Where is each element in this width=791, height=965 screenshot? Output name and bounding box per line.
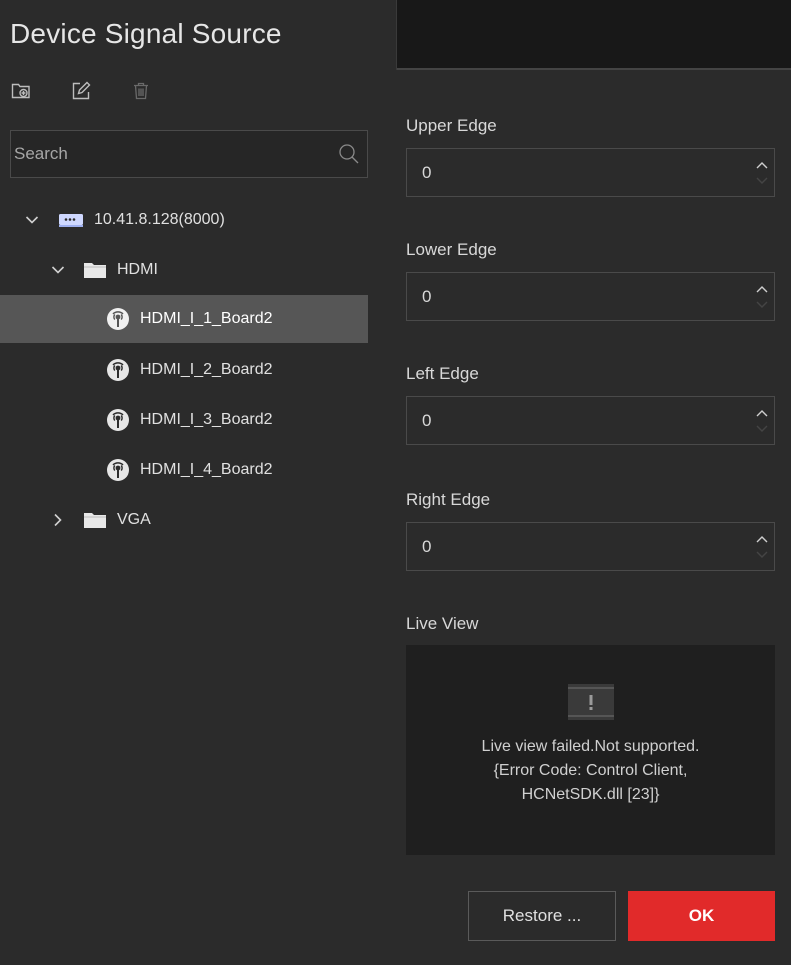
tree-node-device[interactable]: 10.41.8.128(8000) bbox=[0, 196, 368, 244]
tree-node-label: VGA bbox=[117, 511, 151, 528]
spin-up-icon bbox=[756, 285, 768, 292]
right-edge-field[interactable]: 0 bbox=[406, 522, 775, 571]
search-icon[interactable] bbox=[331, 131, 367, 177]
tree-node-signal-source[interactable]: HDMI_I_2_Board2 bbox=[0, 346, 368, 394]
tree-node-signal-source[interactable]: HDMI_I_4_Board2 bbox=[0, 446, 368, 494]
chevron-right-icon[interactable] bbox=[50, 512, 66, 528]
spin-down-icon bbox=[756, 551, 768, 558]
signal-source-icon bbox=[106, 358, 130, 382]
tree-node-signal-source[interactable]: HDMI_I_1_Board2 bbox=[0, 295, 368, 343]
restore-button[interactable]: Restore ... bbox=[468, 891, 616, 941]
upper-edge-field[interactable]: 0 bbox=[406, 148, 775, 197]
chevron-down-icon[interactable] bbox=[50, 262, 66, 278]
left-edge-value[interactable]: 0 bbox=[407, 411, 750, 431]
video-error-icon bbox=[568, 684, 614, 724]
upper-edge-value[interactable]: 0 bbox=[407, 163, 750, 183]
error-line: {Error Code: Control Client, bbox=[493, 762, 688, 779]
tree-node-label: HDMI_I_3_Board2 bbox=[140, 411, 273, 428]
spin-down-icon bbox=[756, 301, 768, 308]
tree-node-label: 10.41.8.128(8000) bbox=[94, 211, 225, 228]
right-edge-value[interactable]: 0 bbox=[407, 537, 750, 557]
lower-edge-field[interactable]: 0 bbox=[406, 272, 775, 321]
live-view-label: Live View bbox=[406, 614, 479, 633]
tree-node-label: HDMI_I_4_Board2 bbox=[140, 461, 273, 478]
tree-node-folder-vga[interactable]: VGA bbox=[0, 496, 368, 544]
spin-up-icon bbox=[756, 535, 768, 542]
search-input[interactable] bbox=[12, 131, 331, 177]
tree-node-folder-hdmi[interactable]: HDMI bbox=[0, 246, 368, 294]
tree-node-label: HDMI bbox=[117, 261, 158, 278]
toolbar bbox=[10, 78, 152, 104]
signal-source-icon bbox=[106, 307, 130, 331]
lower-edge-label: Lower Edge bbox=[406, 240, 497, 259]
delete-icon[interactable] bbox=[130, 80, 152, 102]
ok-button[interactable]: OK bbox=[628, 891, 775, 941]
lower-edge-value[interactable]: 0 bbox=[407, 287, 750, 307]
chevron-down-icon[interactable] bbox=[24, 212, 40, 228]
signal-source-icon bbox=[106, 408, 130, 432]
tree-node-label: HDMI_I_2_Board2 bbox=[140, 361, 273, 378]
left-edge-label: Left Edge bbox=[406, 364, 479, 383]
spin-down-icon bbox=[756, 425, 768, 432]
spin-down-icon bbox=[756, 177, 768, 184]
folder-icon bbox=[83, 261, 107, 279]
spin-up-icon bbox=[756, 409, 768, 416]
edit-icon[interactable] bbox=[70, 80, 92, 102]
error-line: Live view failed.Not supported. bbox=[481, 738, 700, 755]
spinner[interactable] bbox=[750, 273, 774, 320]
search-box bbox=[10, 130, 368, 178]
spinner[interactable] bbox=[750, 149, 774, 196]
error-line: HCNetSDK.dll [23]} bbox=[521, 786, 660, 803]
right-header bbox=[397, 0, 791, 70]
add-group-icon[interactable] bbox=[10, 80, 32, 102]
live-view-error-message: Live view failed.Not supported. {Error C… bbox=[406, 735, 775, 807]
panel-title: Device Signal Source bbox=[10, 18, 282, 49]
spinner[interactable] bbox=[750, 523, 774, 570]
left-edge-field[interactable]: 0 bbox=[406, 396, 775, 445]
tree-node-signal-source[interactable]: HDMI_I_3_Board2 bbox=[0, 396, 368, 444]
spinner[interactable] bbox=[750, 397, 774, 444]
tree-node-label: HDMI_I_1_Board2 bbox=[140, 310, 273, 327]
live-view-window: Live view failed.Not supported. {Error C… bbox=[406, 645, 775, 855]
right-edge-label: Right Edge bbox=[406, 490, 491, 509]
edge-settings-panel: Upper Edge 0 Lower Edge 0 Left Edge 0 Ri… bbox=[368, 70, 791, 965]
upper-edge-label: Upper Edge bbox=[406, 116, 497, 135]
device-icon bbox=[58, 212, 84, 228]
folder-icon bbox=[83, 511, 107, 529]
signal-source-icon bbox=[106, 458, 130, 482]
device-signal-source-panel: Device Signal Source Search 10.41.8.128(… bbox=[0, 0, 397, 965]
spin-up-icon bbox=[756, 161, 768, 168]
